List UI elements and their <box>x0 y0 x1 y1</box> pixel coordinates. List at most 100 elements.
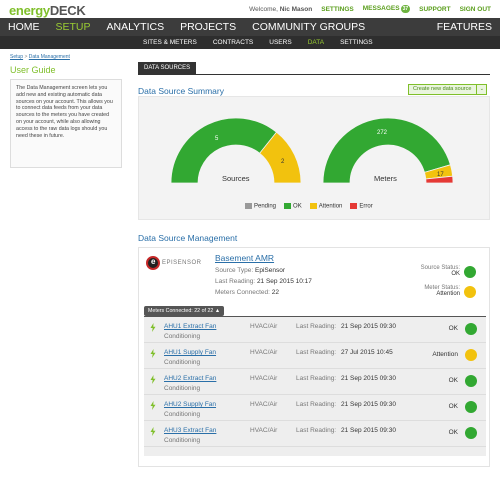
nav-community-groups[interactable]: COMMUNITY GROUPS <box>244 18 373 36</box>
episensor-logo-icon <box>146 256 160 270</box>
breadcrumb-setup[interactable]: Setup <box>10 54 23 60</box>
meter-last-reading-value: 21 Sep 2015 09:30 <box>341 401 396 408</box>
meter-type-detail: Conditioning <box>164 333 201 340</box>
meter-name-link[interactable]: AHU2 Extract Fan <box>164 375 216 382</box>
meter-row: AHU3 Extract Fan HVAC/Air Conditioning L… <box>144 421 486 447</box>
meter-status-indicator <box>465 349 477 361</box>
source-last-reading-value: 21 Sep 2015 10:17 <box>256 278 312 285</box>
meter-status-text: OK <box>448 325 458 332</box>
nav-home[interactable]: HOME <box>0 18 48 36</box>
meter-name-link[interactable]: AHU3 Extract Fan <box>164 427 216 434</box>
subnav-settings[interactable]: SETTINGS <box>332 39 381 46</box>
meter-row: AHU1 Extract Fan HVAC/Air Conditioning L… <box>144 317 486 343</box>
meters-connected-toggle[interactable]: Meters Connected: 22 of 22 ▲ <box>144 306 225 316</box>
nav-features[interactable]: FEATURES <box>429 18 500 36</box>
subnav-contracts[interactable]: CONTRACTS <box>205 39 261 46</box>
settings-link[interactable]: SETTINGS <box>321 6 354 13</box>
source-type-label: Source Type: <box>215 267 254 274</box>
meter-status-indicator <box>465 375 477 387</box>
meter-row: AHU1 Supply Fan HVAC/Air Conditioning La… <box>144 343 486 369</box>
management-title: Data Source Management <box>138 233 238 243</box>
meter-type: HVAC/Air <box>250 427 278 434</box>
subnav-data[interactable]: DATA <box>300 39 332 46</box>
meter-name-link[interactable]: AHU1 Extract Fan <box>164 323 216 330</box>
meter-type: HVAC/Air <box>250 401 278 408</box>
top-links: Welcome, Nic Mason SETTINGS MESSAGES 37 S… <box>249 5 491 13</box>
messages-label: MESSAGES <box>362 5 400 12</box>
meter-status-indicator <box>464 286 476 298</box>
meter-last-reading-label: Last Reading: <box>296 427 337 434</box>
user-name: Nic Mason <box>279 5 313 13</box>
meter-last-reading-label: Last Reading: <box>296 323 337 330</box>
meter-status-value: Attention <box>436 291 460 297</box>
legend-label-attention: Attention <box>318 203 343 210</box>
legend-error: Error <box>350 203 373 210</box>
source-status-indicator <box>464 266 476 278</box>
tab-data-sources[interactable]: DATA SOURCES <box>138 62 197 75</box>
summary-title: Data Source Summary <box>138 86 224 96</box>
subnav-sites-meters[interactable]: SITES & METERS <box>135 39 205 46</box>
legend-swatch-error <box>350 203 358 209</box>
meter-type-detail: Conditioning <box>164 411 201 418</box>
sub-nav: SITES & METERS CONTRACTS USERS DATA SETT… <box>0 36 500 49</box>
meter-status-indicator <box>465 323 477 335</box>
episensor-logo-text: EPISENSOR <box>162 260 202 266</box>
legend-attention: Attention <box>309 203 343 210</box>
gauge-meters-attention-value: 17 <box>437 172 444 178</box>
create-data-source-button[interactable]: Create new data source ⌄ <box>408 84 488 95</box>
main-nav: HOME SETUP ANALYTICS PROJECTS COMMUNITY … <box>0 18 500 36</box>
top-bar: energyDECK Welcome, Nic Mason SETTINGS M… <box>0 0 500 18</box>
legend-swatch-attention <box>309 203 317 209</box>
meter-last-reading-label: Last Reading: <box>296 401 337 408</box>
source-type-value: EpiSensor <box>255 267 285 274</box>
breadcrumb: Setup > Data Management <box>10 54 70 60</box>
meter-type-detail: Conditioning <box>164 359 201 366</box>
meter-last-reading-value: 21 Sep 2015 09:30 <box>341 323 396 330</box>
meter-last-reading-value: 27 Jul 2015 10:45 <box>341 349 393 356</box>
nav-setup[interactable]: SETUP <box>48 18 99 36</box>
gauge-sources-ok-value: 5 <box>215 136 219 142</box>
messages-count-badge: 37 <box>400 5 411 13</box>
legend-label-pending: Pending <box>254 203 277 210</box>
source-meters-connected-value: 22 <box>271 289 279 296</box>
energydeck-logo[interactable]: energyDECK <box>9 3 86 18</box>
legend-label-error: Error <box>359 203 373 210</box>
subnav-users[interactable]: USERS <box>261 39 299 46</box>
meter-status-text: OK <box>448 403 458 410</box>
breadcrumb-separator: > <box>24 54 28 60</box>
source-type-row: Source Type: EpiSensor <box>215 267 285 274</box>
tab-bar: DATA SOURCES <box>138 62 490 75</box>
user-guide-text: The Data Management screen lets you add … <box>10 79 122 168</box>
meter-type: HVAC/Air <box>250 349 278 356</box>
meter-status-text: OK <box>448 429 458 436</box>
meter-type: HVAC/Air <box>250 375 278 382</box>
legend-swatch-ok <box>284 203 292 209</box>
meter-last-reading-label: Last Reading: <box>296 349 337 356</box>
breadcrumb-data-management[interactable]: Data Management <box>29 54 70 60</box>
nav-analytics[interactable]: ANALYTICS <box>99 18 173 36</box>
legend-pending: Pending <box>245 203 276 210</box>
chevron-down-icon[interactable]: ⌄ <box>476 85 486 94</box>
meters-connected-label: Meters Connected: 22 of 22 <box>148 308 214 314</box>
source-status-value: OK <box>451 271 460 277</box>
meters-list: AHU1 Extract Fan HVAC/Air Conditioning L… <box>144 316 486 456</box>
legend-label-ok: OK <box>293 203 302 210</box>
source-last-reading-label: Last Reading: <box>215 278 256 285</box>
meter-status-block: Meter Status: Attention <box>424 285 460 297</box>
gauge-label-sources: Sources <box>222 174 250 183</box>
support-link[interactable]: SUPPORT <box>419 6 450 13</box>
sign-out-link[interactable]: SIGN OUT <box>460 6 491 13</box>
meter-name-link[interactable]: AHU2 Supply Fan <box>164 401 216 408</box>
messages-link[interactable]: MESSAGES 37 <box>362 5 411 13</box>
summary-panel <box>138 96 490 220</box>
source-name-link[interactable]: Basement AMR <box>215 253 274 263</box>
nav-projects[interactable]: PROJECTS <box>172 18 244 36</box>
meter-status-indicator <box>465 401 477 413</box>
lightning-bolt-icon <box>150 323 156 332</box>
source-status-block: Source Status: OK <box>421 265 460 277</box>
meter-last-reading-value: 21 Sep 2015 09:30 <box>341 375 396 382</box>
source-meters-connected-row: Meters Connected: 22 <box>215 289 279 296</box>
meter-name-link[interactable]: AHU1 Supply Fan <box>164 349 216 356</box>
lightning-bolt-icon <box>150 427 156 436</box>
lightning-bolt-icon <box>150 349 156 358</box>
